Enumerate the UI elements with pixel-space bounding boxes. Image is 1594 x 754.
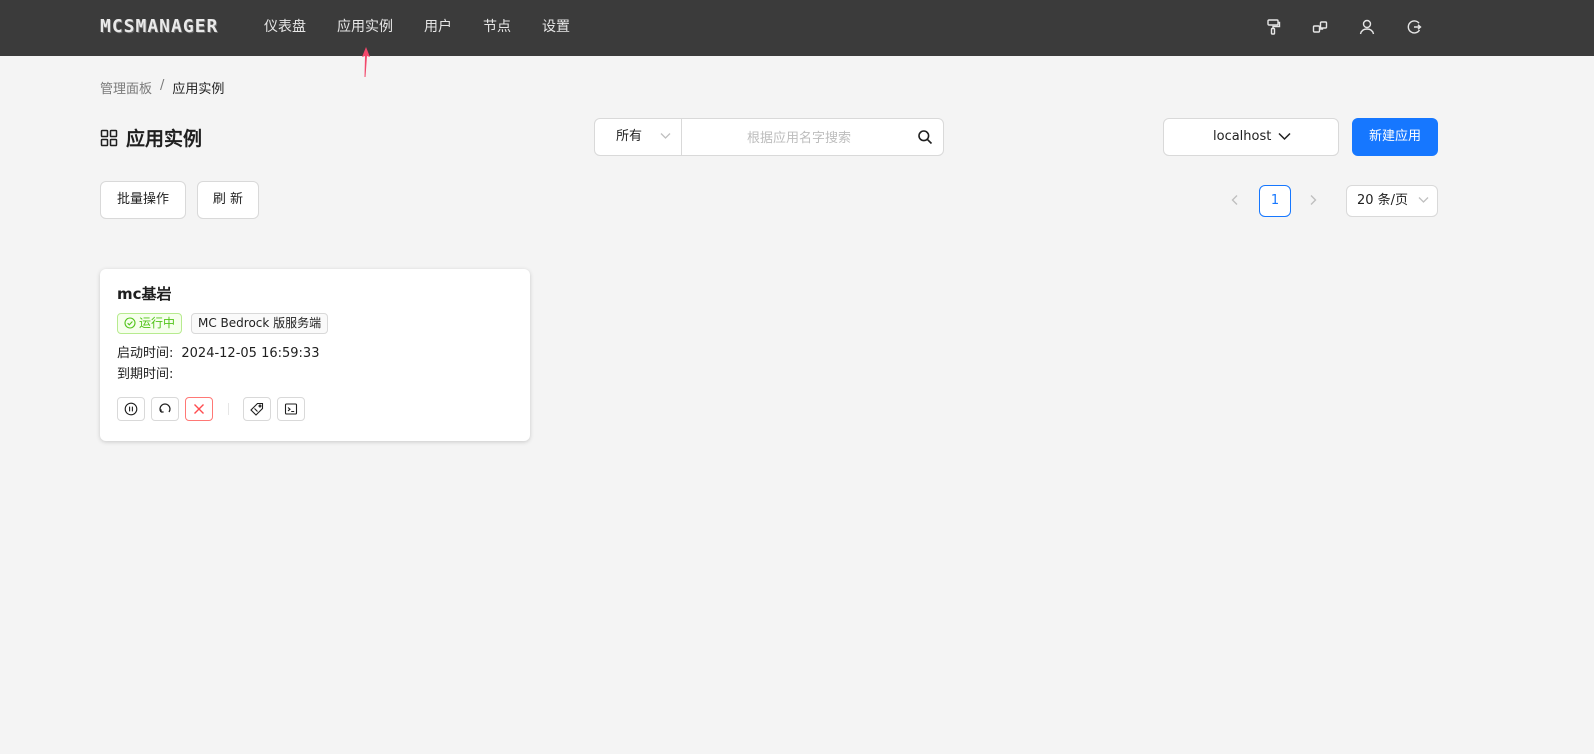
node-select-value: localhost — [1213, 129, 1272, 144]
page-size-select[interactable]: 20 条/页 — [1346, 185, 1438, 217]
status-filter-select[interactable]: 所有 — [595, 119, 682, 155]
breadcrumb-current: 应用实例 — [172, 82, 225, 97]
annotation-arrow-up — [362, 47, 370, 77]
pagination-current-page[interactable]: 1 — [1259, 185, 1291, 217]
batch-operation-button[interactable]: 批量操作 — [100, 181, 186, 219]
refresh-button[interactable]: 刷 新 — [197, 181, 259, 219]
breadcrumb-separator: / — [160, 78, 165, 93]
tag-icon — [250, 402, 264, 416]
pause-icon — [124, 402, 138, 416]
grid-icon — [100, 129, 118, 146]
search-input[interactable] — [683, 119, 915, 157]
breadcrumb: 管理面板 / 应用实例 — [100, 78, 224, 97]
nodes-icon[interactable] — [1311, 18, 1329, 36]
page-size-value: 20 条/页 — [1357, 193, 1409, 208]
node-select[interactable]: localhost — [1163, 118, 1339, 156]
theme-brush-icon[interactable] — [1264, 18, 1282, 36]
nav-item-users[interactable]: 用户 — [424, 0, 452, 56]
user-icon[interactable] — [1358, 18, 1376, 36]
status-badge: 运行中 — [117, 313, 183, 334]
start-time-label: 启动时间: — [117, 346, 174, 361]
start-time: 启动时间: 2024-12-05 16:59:33 — [117, 342, 319, 361]
breadcrumb-root[interactable]: 管理面板 — [100, 78, 152, 97]
action-divider — [228, 403, 229, 415]
pagination-prev-icon[interactable] — [1228, 193, 1242, 207]
pause-button[interactable] — [117, 397, 145, 421]
chevron-down-icon — [660, 133, 671, 139]
top-navbar: MCSMANAGER 仪表盘 应用实例 用户 节点 设置 — [0, 0, 1594, 56]
terminal-button[interactable] — [277, 397, 305, 421]
expire-time-label: 到期时间: — [117, 367, 174, 382]
close-icon — [194, 404, 204, 414]
nav-item-settings[interactable]: 设置 — [542, 0, 570, 56]
app-logo[interactable]: MCSMANAGER — [100, 17, 238, 37]
instance-card[interactable]: mc基岩 运行中 MC Bedrock 版服务端 启动时间: 2024-12-05… — [100, 269, 530, 441]
restart-button[interactable] — [151, 397, 179, 421]
page-title: 应用实例 — [100, 124, 202, 151]
chevron-down-icon — [1418, 197, 1429, 203]
tag-button[interactable] — [243, 397, 271, 421]
search-icon[interactable] — [917, 129, 933, 145]
logout-icon[interactable] — [1405, 18, 1423, 36]
instance-type-badge: MC Bedrock 版服务端 — [191, 313, 329, 334]
terminal-icon — [284, 403, 298, 415]
chevron-down-icon — [1278, 132, 1291, 141]
expire-time: 到期时间: — [117, 363, 181, 382]
status-filter-value: 所有 — [616, 129, 643, 144]
page-title-text: 应用实例 — [126, 128, 203, 150]
search-group: 所有 — [594, 118, 944, 157]
check-circle-icon — [124, 317, 136, 329]
instance-name: mc基岩 — [117, 285, 172, 303]
start-time-value: 2024-12-05 16:59:33 — [181, 346, 320, 361]
pagination-next-icon[interactable] — [1306, 193, 1320, 207]
restart-icon — [159, 403, 171, 413]
nav-item-dashboard[interactable]: 仪表盘 — [264, 0, 306, 56]
kill-button[interactable] — [185, 397, 213, 421]
nav-item-nodes[interactable]: 节点 — [483, 0, 511, 56]
new-app-button[interactable]: 新建应用 — [1352, 118, 1438, 156]
